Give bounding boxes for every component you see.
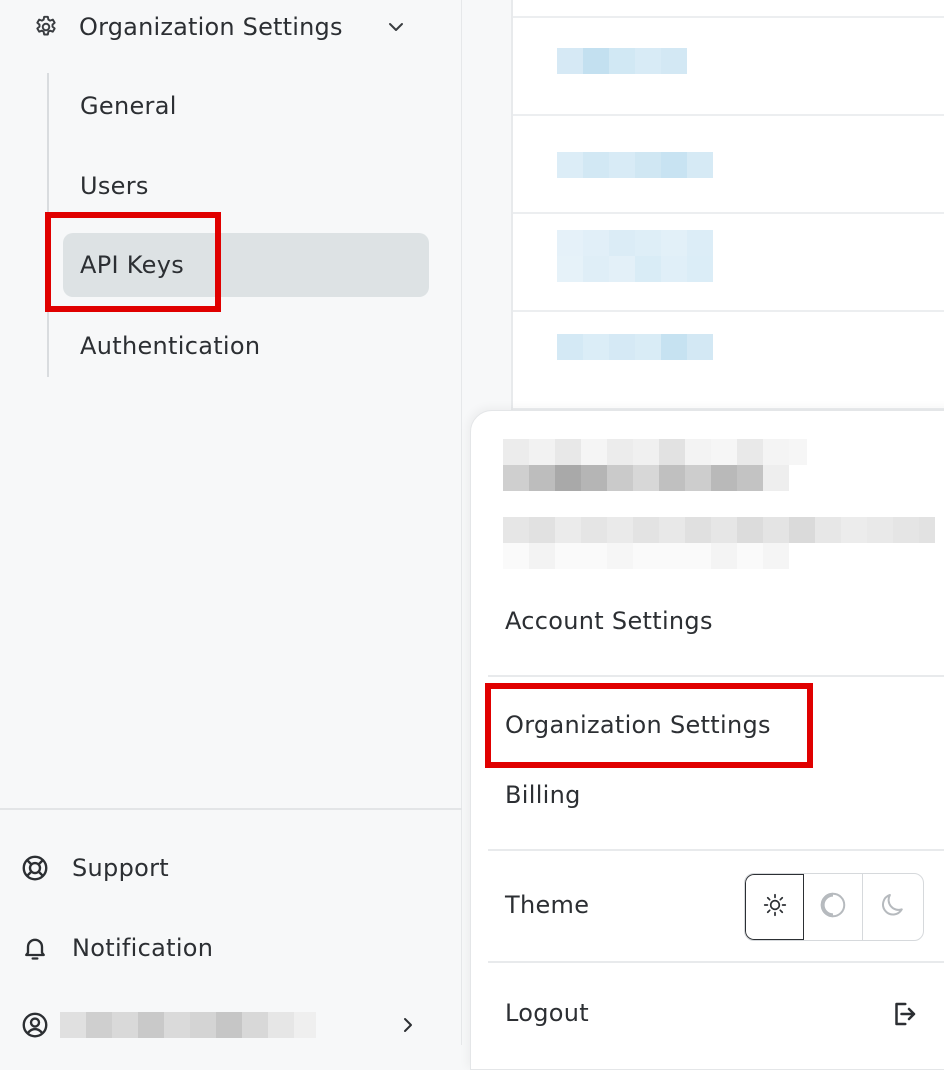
theme-label-text: Theme [505,891,590,919]
sidebar-item-api-keys[interactable]: API Keys [63,233,429,297]
sidebar-divider [0,808,462,810]
chevron-down-icon [384,15,408,39]
organization-settings-menu-item[interactable]: Organization Settings [505,711,771,739]
sun-icon [762,892,788,922]
sidebar-item-users[interactable]: Users [63,154,429,218]
user-menu: Account Settings Organization Settings B… [470,410,944,1070]
menu-item-label: Logout [505,999,589,1027]
sidebar-item-label: General [80,92,177,120]
dark-theme-button[interactable] [863,874,922,940]
sidebar: Organization Settings General Users API … [0,0,462,1045]
section-title: Organization Settings [79,13,343,41]
blurred-cell [557,152,713,178]
sidebar-item-label: Authentication [80,332,261,360]
theme-label: Theme [505,891,589,919]
blurred-cell [557,230,713,282]
menu-item-label: Account Settings [505,607,713,635]
menu-divider [488,849,944,851]
system-theme-button[interactable] [804,874,863,940]
sidebar-item-general[interactable]: General [63,74,429,138]
notification-link[interactable]: Notification [18,926,213,970]
blurred-user-name [60,1012,316,1038]
tree-line [47,73,49,377]
bell-icon [18,931,52,965]
sidebar-item-authentication[interactable]: Authentication [63,314,429,378]
table-row-divider [513,310,944,312]
sidebar-item-label: API Keys [80,251,185,279]
api-keys-table [511,0,944,420]
logout-icon[interactable] [889,999,919,1033]
account-settings-menu-item[interactable]: Account Settings [505,607,713,635]
billing-menu-item[interactable]: Billing [505,781,581,809]
user-circle-icon [18,1008,52,1042]
menu-item-label: Organization Settings [505,711,771,739]
menu-item-label: Billing [505,781,581,809]
blurred-cell [557,334,713,360]
chevron-right-icon [396,1013,420,1043]
lifebuoy-icon [18,851,52,885]
half-circle-icon [818,890,848,924]
theme-toggle-group [744,873,924,941]
organization-settings-section-header[interactable]: Organization Settings [32,5,422,49]
menu-divider [488,675,944,677]
table-row-divider [513,114,944,116]
notification-label: Notification [72,934,214,962]
blurred-user-name [503,439,807,491]
user-profile-link[interactable] [18,1003,428,1047]
sidebar-item-label: Users [80,172,149,200]
gear-icon [32,13,60,41]
logout-menu-item[interactable]: Logout [505,999,589,1027]
support-label: Support [72,854,169,882]
blurred-user-email [503,517,935,569]
blurred-cell [557,48,687,74]
light-theme-button[interactable] [745,874,804,940]
moon-icon [878,890,908,924]
support-link[interactable]: Support [18,846,169,890]
table-row-divider [513,16,944,18]
table-row-divider [513,212,944,214]
menu-divider [488,961,944,963]
